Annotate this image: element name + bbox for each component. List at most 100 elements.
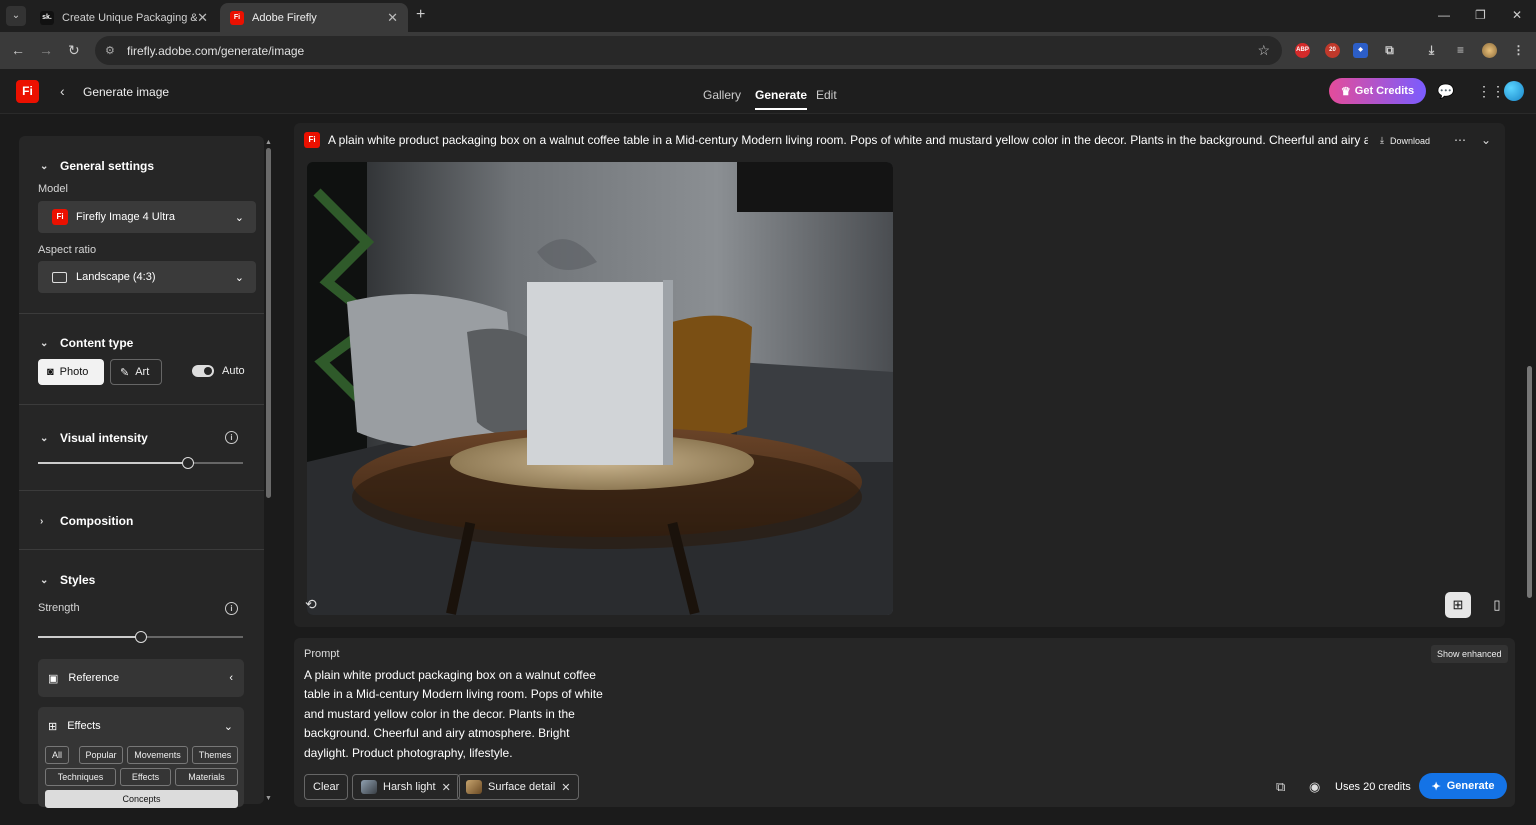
remove-tag-icon[interactable]: ✕ <box>442 781 451 794</box>
avatar[interactable] <box>1504 81 1524 101</box>
auto-toggle[interactable] <box>192 365 214 377</box>
profile-avatar-icon[interactable] <box>1482 43 1497 58</box>
scroll-thumb[interactable] <box>1527 366 1532 598</box>
aspect-ratio-select[interactable]: Landscape (4:3) ⌄ <box>38 261 256 293</box>
chevron-down-icon: ⌄ <box>223 720 233 733</box>
bookmark-star-icon[interactable]: ☆ <box>1257 42 1270 59</box>
effect-chip-effects[interactable]: Effects <box>120 768 171 786</box>
effect-chip-materials[interactable]: Materials <box>175 768 238 786</box>
slider-thumb[interactable] <box>134 631 147 643</box>
generate-button[interactable]: ✦ Generate <box>1419 773 1507 799</box>
credits-usage: Uses 20 credits <box>1335 781 1411 793</box>
adblock-extension-icon[interactable]: ABP <box>1295 43 1310 58</box>
tab-generate[interactable]: Generate <box>755 88 808 110</box>
forward-arrow-icon[interactable]: → <box>39 42 53 58</box>
new-tab-plus-icon[interactable]: + <box>416 6 425 24</box>
browser-tab-packaging[interactable]: sk. Create Unique Packaging & Pri ✕ <box>30 3 218 32</box>
general-settings-header[interactable]: ⌄ General settings <box>40 159 154 173</box>
reload-icon[interactable]: ↻ <box>68 42 80 59</box>
generated-image[interactable] <box>307 162 893 615</box>
downloads-icon[interactable]: ⤓ <box>1424 43 1439 58</box>
window-close-icon[interactable]: ✕ <box>1512 8 1522 22</box>
browser-menu-icon[interactable]: ⋮ <box>1511 43 1526 58</box>
history-icon[interactable]: ⟲ <box>305 596 323 614</box>
tab-title: Adobe Firefly <box>252 11 317 24</box>
photo-button[interactable]: ◙ Photo <box>38 359 104 385</box>
info-icon[interactable]: i <box>225 602 238 615</box>
chevron-right-icon: › <box>40 515 44 527</box>
image-settings-icon[interactable]: ⧉ <box>1276 779 1285 795</box>
visual-intensity-header[interactable]: ⌄ Visual intensity <box>40 431 148 445</box>
single-view-icon[interactable]: ▯ <box>1484 592 1510 618</box>
strength-slider[interactable] <box>38 631 243 643</box>
tab-edit[interactable]: Edit <box>816 88 837 102</box>
feedback-icon[interactable]: 💬 <box>1437 83 1454 100</box>
reference-header[interactable]: ▣ Reference ‹ <box>38 659 244 697</box>
scroll-up-icon[interactable]: ▲ <box>265 139 272 146</box>
effect-chip-concepts[interactable]: Concepts <box>45 790 238 808</box>
divider <box>19 313 264 314</box>
composition-header[interactable]: › Composition <box>40 514 133 528</box>
apps-grid-icon[interactable]: ⋮⋮ <box>1477 83 1505 100</box>
remove-tag-icon[interactable]: ✕ <box>561 781 570 794</box>
visual-intensity-slider[interactable] <box>38 457 243 469</box>
tab-search-chevron-icon[interactable]: ⌄ <box>6 6 26 26</box>
slider-thumb[interactable] <box>181 457 194 469</box>
url-input[interactable]: ⚙ firefly.adobe.com/generate/image ☆ <box>95 36 1282 65</box>
main-scrollbar[interactable] <box>1526 120 1532 630</box>
divider <box>19 549 264 550</box>
chevron-down-icon[interactable]: ⌄ <box>1481 133 1491 147</box>
back-arrow-icon[interactable]: ← <box>11 42 25 58</box>
scroll-down-icon[interactable]: ▼ <box>265 795 272 802</box>
surface-detail-thumbnail <box>466 780 482 794</box>
effect-chip-popular[interactable]: Popular <box>79 746 123 764</box>
browser-tab-firefly[interactable]: Fi Adobe Firefly ✕ <box>220 3 408 32</box>
effects-label: Effects <box>67 720 101 732</box>
harsh-light-thumbnail <box>361 780 377 794</box>
back-chevron-icon[interactable]: ‹ <box>60 83 65 99</box>
download-button[interactable]: ⤓ Download <box>1380 135 1430 146</box>
firefly-favicon-icon: Fi <box>230 10 244 25</box>
puzzle-extensions-icon[interactable]: ⧉ <box>1382 43 1397 58</box>
section-label: Visual intensity <box>60 431 148 445</box>
clear-button[interactable]: Clear <box>304 774 349 800</box>
media-control-icon[interactable]: ≡ <box>1453 43 1468 58</box>
firefly-logo[interactable]: Fi <box>16 80 39 103</box>
site-info-icon[interactable]: ⚙ <box>105 44 119 57</box>
content-type-header[interactable]: ⌄ Content type <box>40 336 133 350</box>
tag-surface-detail[interactable]: Surface detail ✕ <box>457 774 580 800</box>
prompt-textarea[interactable]: A plain white product packaging box on a… <box>304 666 604 763</box>
tab-title: Create Unique Packaging & Pri <box>62 11 197 24</box>
art-button[interactable]: ✎ Art <box>110 359 162 385</box>
tab-gallery[interactable]: Gallery <box>703 88 741 102</box>
show-enhanced-button[interactable]: Show enhanced <box>1431 645 1508 663</box>
sidebar-scrollbar[interactable] <box>266 148 271 498</box>
shield-extension-icon[interactable]: ◆ <box>1353 43 1368 58</box>
styles-header[interactable]: ⌄ Styles <box>40 573 95 587</box>
strength-label: Strength <box>38 602 80 614</box>
model-select[interactable]: Fi Firefly Image 4 Ultra ⌄ <box>38 201 256 233</box>
minimize-icon[interactable]: — <box>1438 8 1450 22</box>
effects-header[interactable]: ⊞ Effects ⌄ <box>38 707 244 745</box>
counter-extension-icon[interactable]: 20 <box>1325 43 1340 58</box>
effect-chip-movements[interactable]: Movements <box>127 746 188 764</box>
effect-chip-all[interactable]: All <box>45 746 69 764</box>
info-icon[interactable]: i <box>225 431 238 444</box>
section-label: Styles <box>60 573 96 587</box>
tag-harsh-light[interactable]: Harsh light ✕ <box>352 774 460 800</box>
reference-label: Reference <box>68 672 120 684</box>
effect-chip-techniques[interactable]: Techniques <box>45 768 116 786</box>
grid-view-icon[interactable]: ⊞ <box>1445 592 1471 618</box>
section-label: General settings <box>60 159 155 173</box>
reference-panel[interactable]: ▣ Reference ‹ <box>38 659 244 697</box>
close-icon[interactable]: ✕ <box>387 10 398 26</box>
close-icon[interactable]: ✕ <box>197 10 208 26</box>
tag-label: Surface detail <box>488 781 556 793</box>
more-options-icon[interactable]: ⋯ <box>1454 133 1466 147</box>
restore-icon[interactable]: ❐ <box>1475 8 1486 22</box>
get-credits-button[interactable]: ♛ Get Credits <box>1329 78 1426 104</box>
reference-image-icon: ▣ <box>48 672 59 685</box>
effect-chip-themes[interactable]: Themes <box>192 746 238 764</box>
photo-label: Photo <box>59 366 89 378</box>
art-label: Art <box>135 366 150 378</box>
